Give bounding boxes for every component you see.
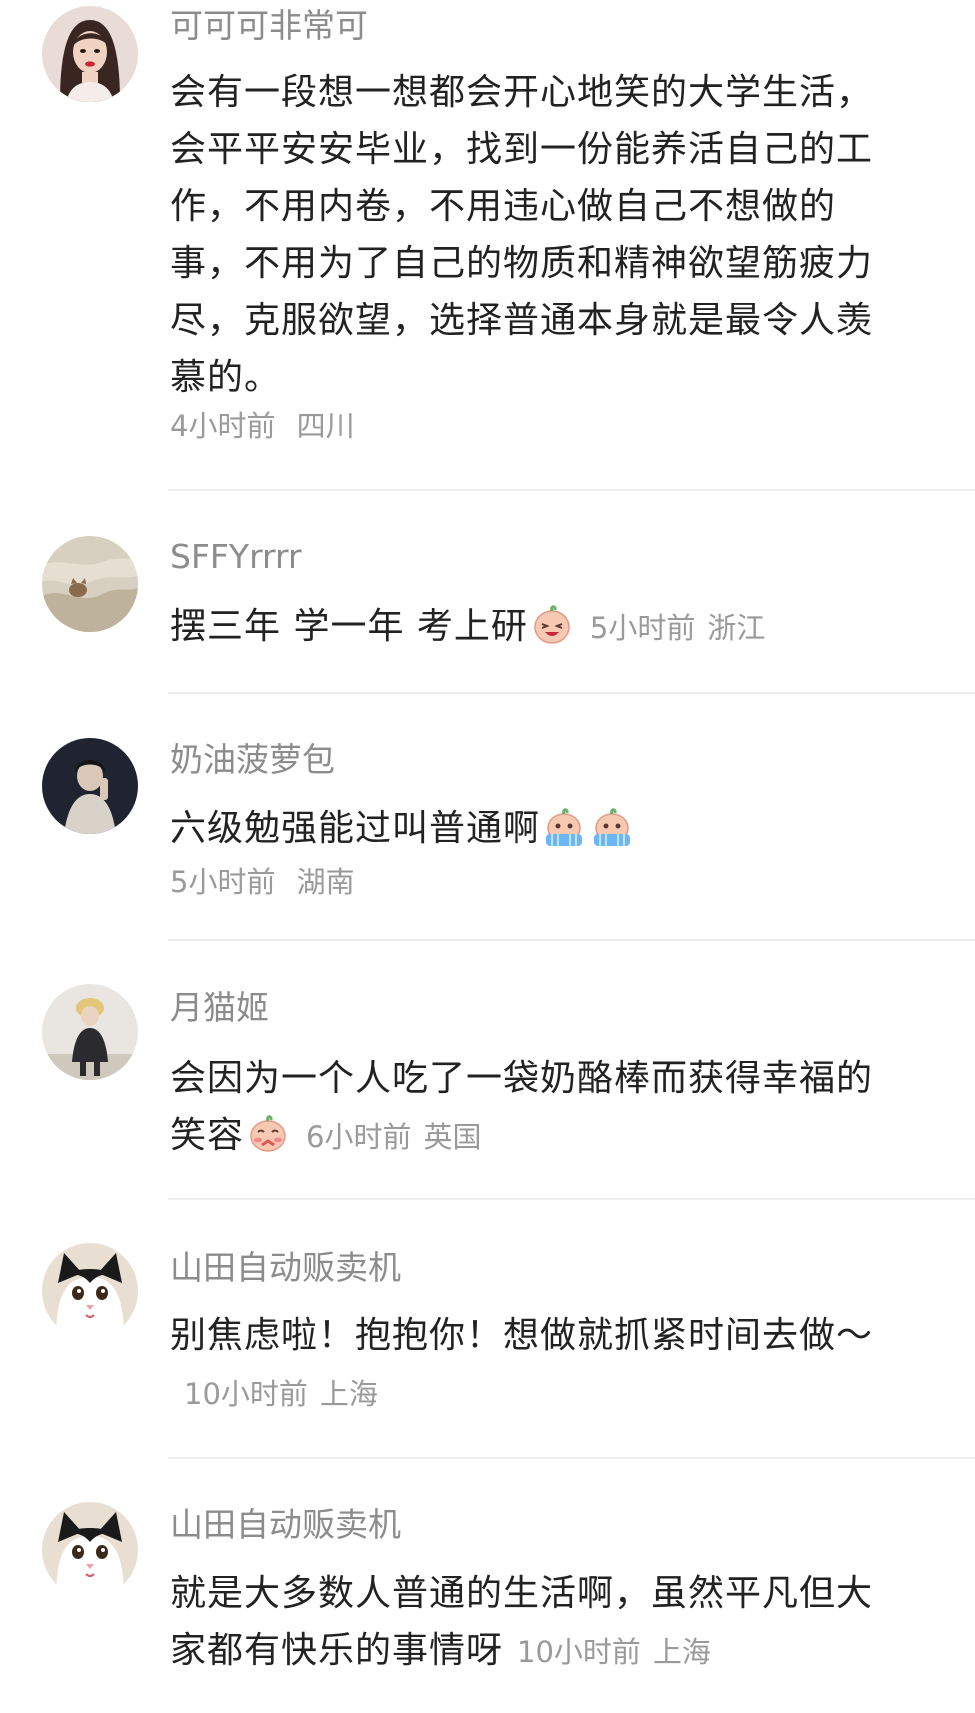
username[interactable]: 山田自动贩卖机 [170, 1505, 401, 1545]
comment-text: 六级勉强能过叫普通啊 [170, 800, 890, 857]
divider [168, 489, 975, 491]
divider [168, 1198, 975, 1200]
avatar[interactable] [42, 1502, 138, 1598]
avatar-cat-blanket-icon [42, 536, 138, 632]
divider [168, 692, 975, 694]
username[interactable]: 奶油菠萝包 [170, 740, 335, 780]
avatar-cat-icon [42, 1243, 138, 1339]
avatar-dark-portrait-icon [42, 738, 138, 834]
comment-time: 4小时前 [170, 409, 276, 443]
comment-meta: 4小时前 四川 [170, 406, 355, 446]
comment-meta: 5小时前 湖南 [170, 862, 355, 902]
comment-time: 6小时前 [306, 1120, 412, 1154]
crying-face-emoji [542, 804, 586, 848]
comment-text: 会有一段想一想都会开心地笑的大学生活，会平平安安毕业，找到一份能养活自己的工作，… [170, 72, 874, 398]
avatar[interactable] [42, 984, 138, 1080]
comment-text: 就是大多数人普通的生活啊，虽然平凡但大家都有快乐的事情呀 10小时前 上海 [170, 1565, 890, 1681]
comment-list: 可可可非常可 会有一段想一想都会开心地笑的大学生活，会平平安安毕业，找到一份能养… [0, 0, 975, 1713]
comment-text-body: 摆三年 学一年 考上研 [170, 606, 528, 647]
avatar-woman-icon [42, 6, 138, 102]
avatar[interactable] [42, 1243, 138, 1339]
comment-text: 会因为一个人吃了一袋奶酪棒而获得幸福的笑容 6小时前 英国 [170, 1050, 890, 1166]
avatar[interactable] [42, 6, 138, 102]
comment-text: 别焦虑啦！抱抱你！想做就抓紧时间去做～ 10小时前 上海 [170, 1307, 890, 1423]
divider [168, 939, 975, 941]
avatar-person-street-icon [42, 984, 138, 1080]
comment-location: 英国 [423, 1120, 482, 1154]
comment-text-body: 别焦虑啦！抱抱你！想做就抓紧时间去做～ [170, 1315, 874, 1356]
comment-time: 5小时前 [589, 611, 696, 645]
username[interactable]: SFFYrrrr [170, 537, 302, 577]
comment-time: 10小时前 [517, 1635, 641, 1669]
comment-location: 上海 [652, 1635, 711, 1669]
avatar[interactable] [42, 738, 138, 834]
username[interactable]: 月猫姬 [170, 988, 269, 1028]
comment-location: 四川 [296, 409, 355, 443]
comment-location: 湖南 [296, 865, 355, 899]
username[interactable]: 可可可非常可 [170, 6, 368, 46]
comment-text-body: 六级勉强能过叫普通啊 [170, 808, 541, 849]
comment-location: 浙江 [707, 611, 766, 645]
comment-location: 上海 [319, 1377, 378, 1411]
comment-time: 5小时前 [170, 865, 276, 899]
avatar[interactable] [42, 536, 138, 632]
grin-face-emoji [530, 602, 574, 646]
crying-face-emoji [590, 804, 634, 848]
divider [168, 1457, 975, 1459]
comment-text: 摆三年 学一年 考上研 5小时前 浙江 [170, 598, 930, 657]
comment-time: 10小时前 [184, 1377, 308, 1411]
username[interactable]: 山田自动贩卖机 [170, 1248, 401, 1288]
shy-face-emoji [246, 1111, 290, 1155]
avatar-cat-icon [42, 1502, 138, 1598]
